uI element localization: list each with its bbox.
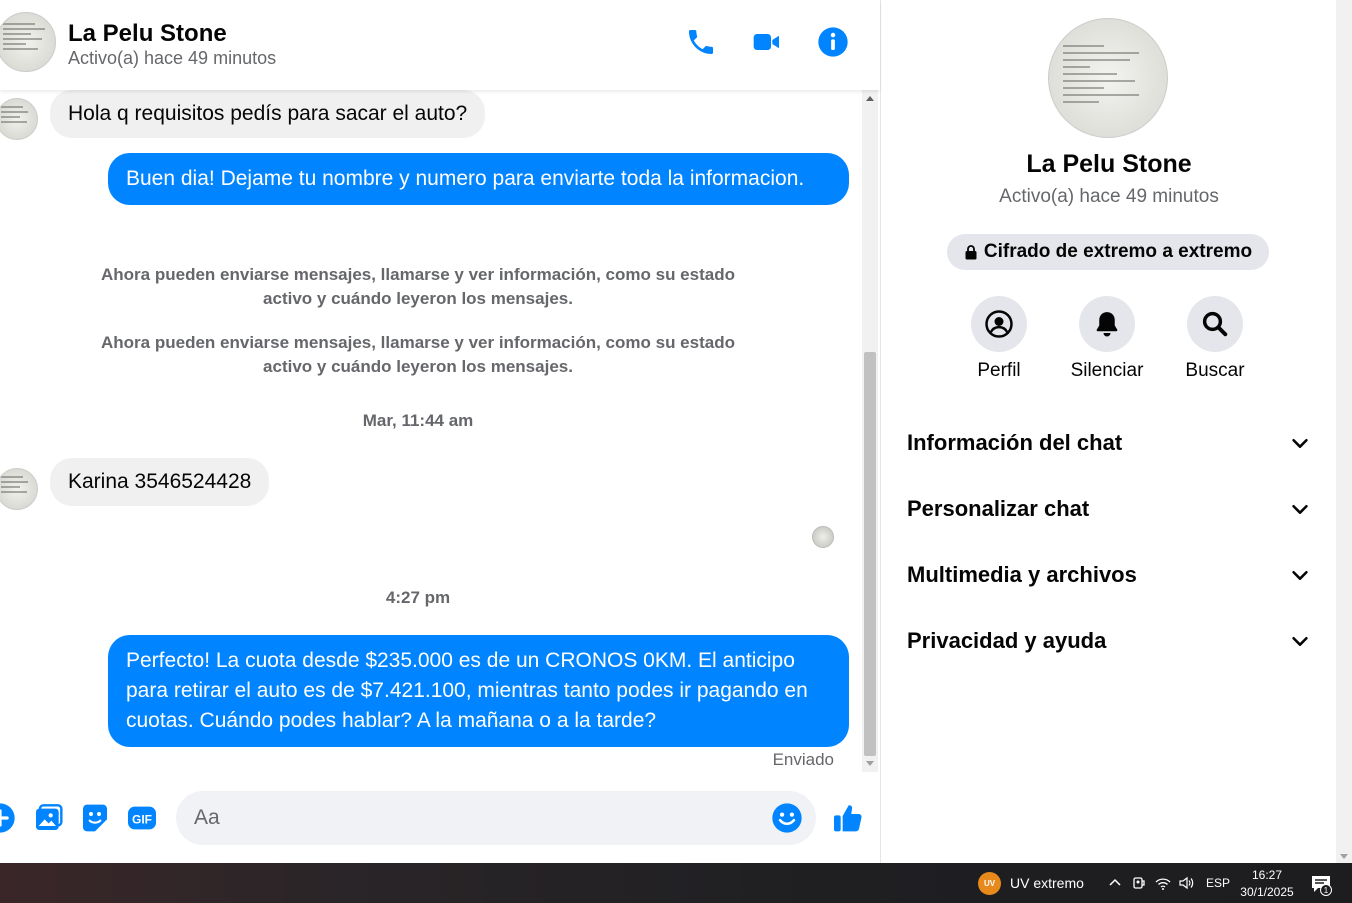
sender-avatar[interactable] [0, 98, 38, 140]
video-camera-icon[interactable] [751, 26, 783, 58]
system-notice: Ahora pueden enviarse mensajes, llamarse… [101, 333, 735, 376]
search-label: Buscar [1185, 360, 1245, 381]
section-customize-chat[interactable]: Personalizar chat [907, 484, 1311, 534]
chat-header: La Pelu Stone Activo(a) hace 49 minutos [0, 0, 880, 90]
chevron-up-icon[interactable] [1106, 874, 1124, 892]
details-contact-name: La Pelu Stone [1026, 150, 1192, 178]
profile-icon[interactable] [971, 296, 1027, 352]
notification-count: 1 [1320, 884, 1332, 896]
clock-time[interactable]: 16:27 [1240, 868, 1294, 882]
search-action[interactable]: Buscar [1170, 296, 1260, 382]
details-panel: La Pelu Stone Activo(a) hace 49 minutos … [880, 0, 1336, 863]
chat-panel: La Pelu Stone Activo(a) hace 49 minutos … [0, 0, 880, 863]
thumbs-up-icon[interactable] [832, 802, 864, 834]
message-list[interactable]: Hola q requisitos pedís para sacar el au… [0, 90, 862, 772]
contact-name[interactable]: La Pelu Stone [68, 20, 227, 48]
scroll-up-arrow[interactable] [866, 96, 874, 101]
search-icon[interactable] [1187, 296, 1243, 352]
message-timestamp: 4:27 pm [385, 588, 451, 607]
taskbar: UV UV extremo ESP 16:27 30/1/2025 1 [0, 863, 1352, 903]
message-timestamp: Mar, 11:44 am [362, 411, 474, 430]
weather-label[interactable]: UV extremo [1010, 875, 1084, 891]
uv-weather-icon[interactable]: UV [978, 872, 1001, 895]
message-incoming[interactable]: Hola q requisitos pedís para sacar el au… [50, 90, 486, 138]
encryption-label: Cifrado de extremo a extremo [983, 241, 1253, 262]
sticker-icon[interactable] [79, 802, 111, 834]
scroll-thumb[interactable] [864, 352, 876, 756]
clock-date[interactable]: 30/1/2025 [1240, 885, 1294, 899]
language-indicator[interactable]: ESP [1206, 876, 1230, 890]
contact-avatar[interactable] [0, 12, 56, 72]
chevron-down-icon [1292, 504, 1308, 514]
system-notice: Ahora pueden enviarse mensajes, llamarse… [101, 265, 735, 308]
section-label: Privacidad y ayuda [907, 628, 1107, 653]
section-privacy-help[interactable]: Privacidad y ayuda [907, 616, 1311, 666]
sender-avatar[interactable] [0, 468, 38, 510]
section-label: Multimedia y archivos [907, 562, 1137, 587]
contact-status: Activo(a) hace 49 minutos [68, 48, 277, 68]
volume-icon[interactable] [1177, 874, 1195, 892]
mute-action[interactable]: Silenciar [1062, 296, 1152, 382]
mute-label: Silenciar [1070, 360, 1144, 381]
wifi-icon[interactable] [1154, 874, 1172, 892]
gif-icon[interactable]: GIF [126, 802, 158, 834]
plus-icon[interactable] [0, 802, 16, 834]
sent-status: Enviado [772, 750, 834, 769]
message-input[interactable] [176, 791, 816, 845]
chevron-down-icon [1292, 636, 1308, 646]
chevron-down-icon [1292, 570, 1308, 580]
section-label: Información del chat [907, 430, 1123, 455]
section-label: Personalizar chat [907, 496, 1090, 521]
phone-icon[interactable] [685, 26, 717, 58]
lock-icon [965, 245, 977, 260]
scroll-down-arrow[interactable] [1340, 854, 1348, 859]
meet-now-icon[interactable] [1130, 874, 1148, 892]
image-icon[interactable] [32, 802, 64, 834]
bell-icon[interactable] [1079, 296, 1135, 352]
message-scrollbar[interactable] [862, 90, 878, 772]
gif-label: GIF [132, 812, 152, 826]
composer: GIF [0, 772, 880, 863]
section-chat-info[interactable]: Información del chat [907, 418, 1311, 468]
section-media-files[interactable]: Multimedia y archivos [907, 550, 1311, 600]
details-contact-status: Activo(a) hace 49 minutos [999, 186, 1219, 207]
read-receipt-avatar [812, 526, 834, 548]
page-scrollbar[interactable] [1336, 0, 1352, 863]
encryption-badge[interactable]: Cifrado de extremo a extremo [947, 234, 1269, 270]
message-outgoing[interactable]: Perfecto! La cuota desde $235.000 es de … [108, 635, 849, 747]
chevron-down-icon [1292, 438, 1308, 448]
emoji-icon[interactable] [771, 802, 803, 834]
message-outgoing[interactable]: Buen dia! Dejame tu nombre y numero para… [108, 153, 849, 205]
profile-label: Perfil [977, 360, 1021, 381]
details-avatar[interactable] [1048, 18, 1168, 138]
scroll-down-arrow[interactable] [866, 761, 874, 766]
info-icon[interactable] [817, 26, 849, 58]
message-incoming[interactable]: Karina 3546524428 [50, 458, 270, 506]
profile-action[interactable]: Perfil [954, 296, 1044, 382]
